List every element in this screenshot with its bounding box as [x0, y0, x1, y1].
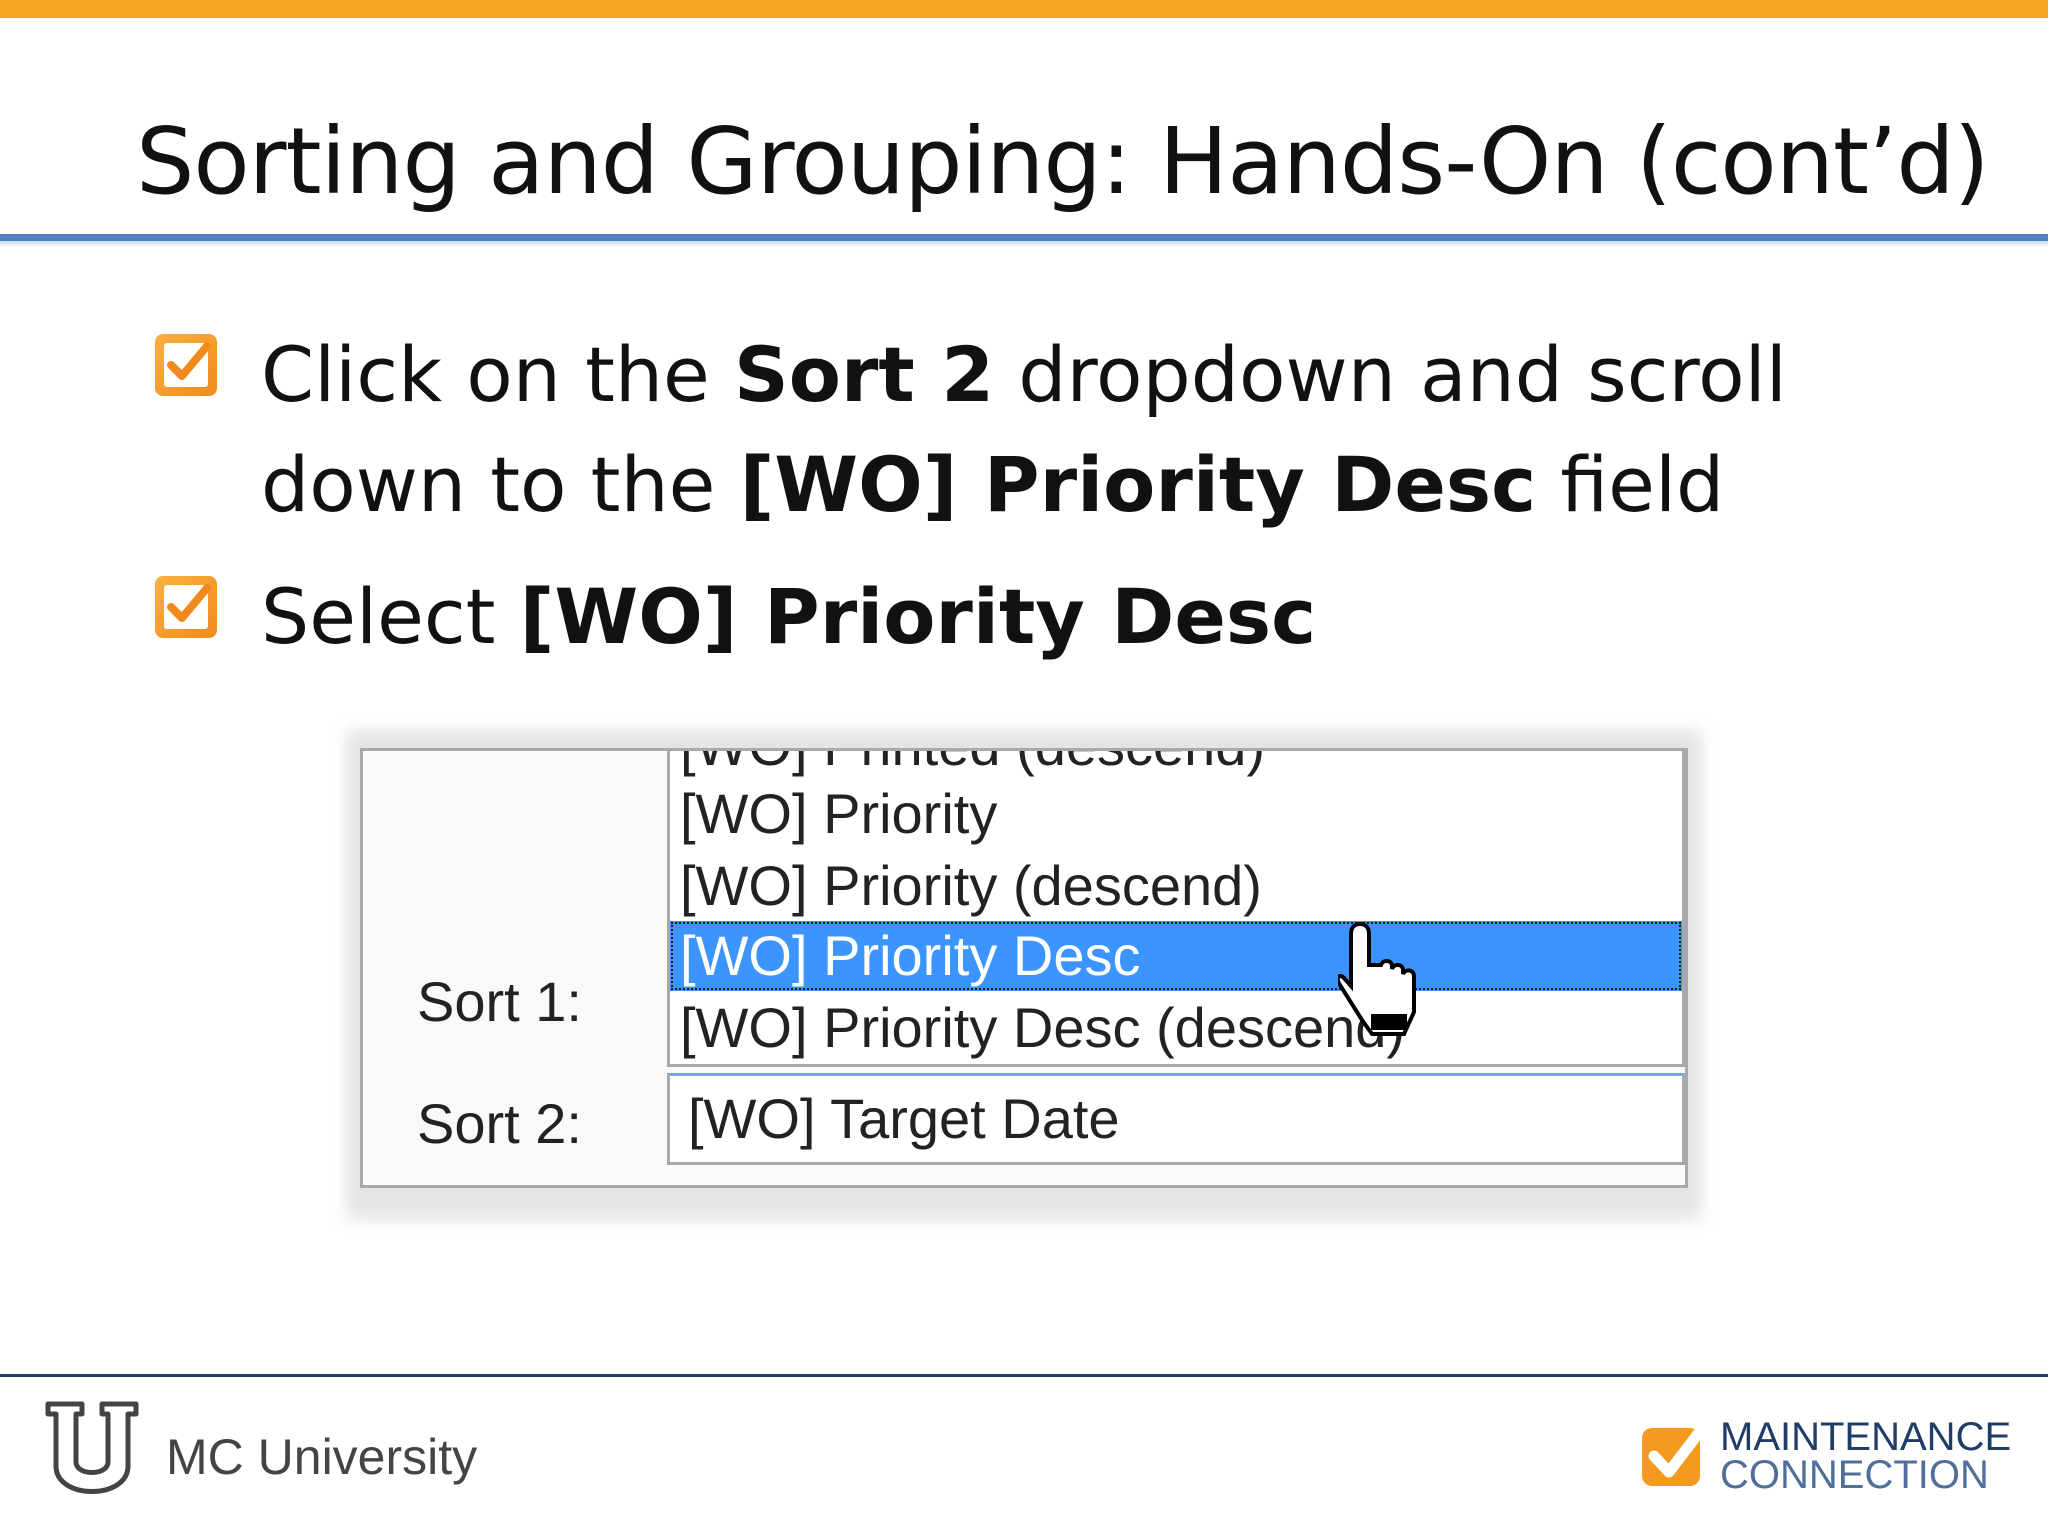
list-item-selected[interactable]: [WO] Priority Desc — [670, 921, 1682, 991]
sort2-label: Sort 2: — [417, 1092, 582, 1155]
list-item[interactable]: [WO] Priority — [670, 779, 1682, 849]
slide-title: Sorting and Grouping: Hands-On (cont’d) — [136, 108, 1990, 215]
sort-dropdown-list[interactable]: [WO] Printed (descend) [WO] Priority [WO… — [667, 751, 1685, 1067]
top-accent-bar — [0, 0, 2048, 18]
title-divider-shadow — [0, 241, 2048, 247]
maintenance-connection-wordmark: MAINTENANCE CONNECTION — [1720, 1415, 2012, 1497]
bullet-list: Click on the Sort 2 dropdown and scroll … — [155, 320, 1855, 694]
title-divider — [0, 234, 2048, 241]
list-item[interactable]: [WO] Priority Desc (descend) — [670, 993, 1682, 1063]
hand-cursor-icon — [1335, 920, 1422, 1045]
maintenance-connection-logo-icon — [1640, 1420, 1710, 1495]
mc-university-logo — [42, 1400, 142, 1517]
bullet-text: Select [WO] Priority Desc — [261, 572, 1317, 661]
footer-org-name: MC University — [166, 1429, 478, 1485]
list-item[interactable]: [WO] Printed (descend) — [670, 751, 1682, 781]
bullet-text: Click on the Sort 2 dropdown and scroll … — [261, 330, 1787, 529]
bullet-item: Click on the Sort 2 dropdown and scroll … — [155, 320, 1855, 540]
sort-screenshot-panel: Sort 1: Sort 2: [WO] Printed (descend) [… — [360, 748, 1688, 1188]
bullet-item: Select [WO] Priority Desc — [155, 562, 1855, 672]
checkbox-icon — [155, 576, 217, 638]
checkbox-icon — [155, 334, 217, 396]
footer-divider — [0, 1374, 2048, 1377]
list-item[interactable]: [WO] Priority (descend) — [670, 851, 1682, 921]
sort2-select[interactable]: [WO] Target Date — [667, 1073, 1685, 1165]
sort1-label: Sort 1: — [417, 970, 582, 1033]
